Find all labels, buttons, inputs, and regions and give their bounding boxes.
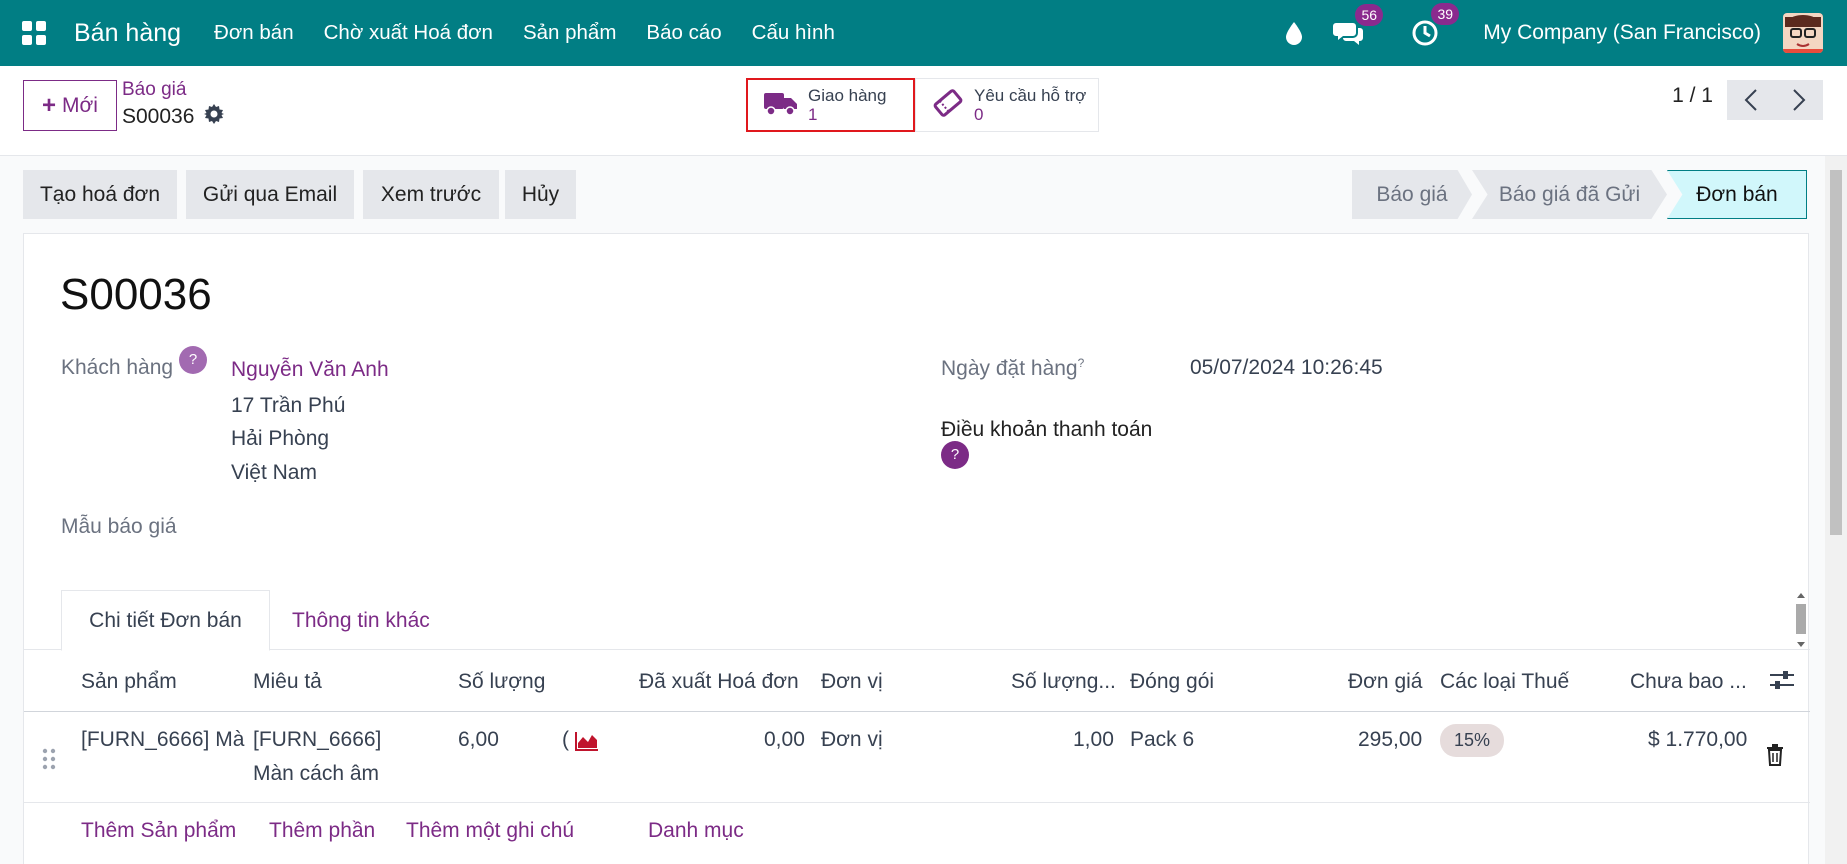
tab-order-lines[interactable]: Chi tiết Đơn bán — [61, 590, 270, 651]
pager-value[interactable]: 1 / 1 — [1672, 84, 1713, 108]
order-lines-header: Sản phẩm Miêu tả Số lượng Đã xuất Hoá đơ… — [24, 652, 1810, 712]
address-country: Việt Nam — [231, 461, 317, 484]
apps-menu-icon[interactable] — [22, 21, 46, 45]
customer-label: Khách hàng — [61, 356, 174, 379]
line-product[interactable]: [FURN_6666] Mà — [81, 728, 246, 752]
order-date-label-text: Ngày đặt hàng — [941, 357, 1078, 380]
customer-name[interactable]: Nguyễn Văn Anh — [231, 358, 389, 382]
col-packaging-qty[interactable]: Số lượng... — [1011, 670, 1116, 694]
col-unit-price[interactable]: Đơn giá — [1348, 670, 1422, 694]
top-navbar: Bán hàng Đơn bán Chờ xuất Hoá đơn Sản ph… — [0, 0, 1847, 66]
add-note-link[interactable]: Thêm một ghi chú — [406, 819, 574, 843]
status-quotation[interactable]: Báo giá — [1352, 170, 1472, 219]
delivery-count: 1 — [808, 105, 818, 124]
trash-icon[interactable] — [1766, 744, 1784, 772]
add-product-link[interactable]: Thêm Sản phẩm — [81, 819, 236, 843]
line-tax-badge[interactable]: 15% — [1440, 724, 1505, 757]
form-sheet: S00036 Khách hàng ? Nguyễn Văn Anh 17 Tr… — [23, 233, 1810, 864]
chevron-left-icon — [1744, 89, 1757, 111]
line-packaging-qty[interactable]: 1,00 — [1073, 728, 1114, 752]
chevron-right-icon — [1793, 89, 1806, 111]
line-uom[interactable]: Đơn vị — [821, 728, 883, 752]
ticket-count: 0 — [974, 105, 984, 124]
plus-icon: + — [42, 91, 57, 119]
pager-previous-button[interactable] — [1727, 80, 1775, 120]
send-email-button[interactable]: Gửi qua Email — [186, 170, 354, 219]
payment-terms-label: Điều khoản thanh toán — [941, 418, 1153, 441]
preview-button[interactable]: Xem trước — [363, 170, 499, 219]
gear-icon[interactable] — [204, 104, 225, 130]
page-title: S00036 — [60, 270, 212, 319]
breadcrumb-parent[interactable]: Báo giá — [122, 79, 186, 101]
address-city: Hải Phòng — [231, 427, 330, 450]
drag-handle-icon[interactable] — [42, 748, 56, 776]
col-description[interactable]: Miêu tả — [253, 670, 322, 694]
delivery-smart-button[interactable]: Giao hàng 1 — [746, 78, 915, 132]
breadcrumb-current-label: S00036 — [122, 105, 195, 128]
pager-next-button[interactable] — [1775, 80, 1823, 120]
line-invoiced[interactable]: 0,00 — [764, 728, 805, 752]
menu-products[interactable]: Sản phẩm — [523, 21, 616, 45]
col-product[interactable]: Sản phẩm — [81, 670, 177, 694]
menu-sales-orders[interactable]: Đơn bán — [214, 21, 294, 45]
new-button[interactable]: + Mới — [23, 80, 117, 131]
line-subtotal: $ 1.770,00 — [1648, 728, 1748, 751]
quotation-template-label: Mẫu báo giá — [61, 515, 177, 538]
page-scrollbar[interactable] — [1825, 156, 1847, 864]
col-quantity[interactable]: Số lượng — [458, 670, 545, 694]
activities-clock-icon[interactable]: 39 — [1411, 3, 1460, 47]
table-row[interactable]: [FURN_6666] Mà [FURN_6666] Màn cách âm 6… — [24, 713, 1810, 803]
messages-count-badge: 56 — [1355, 4, 1384, 26]
create-invoice-button[interactable]: Tạo hoá đơn — [23, 170, 177, 219]
payment-terms-help-icon[interactable]: ? — [941, 441, 969, 469]
new-button-label: Mới — [62, 93, 98, 117]
order-date-value[interactable]: 05/07/2024 10:26:45 — [1190, 356, 1383, 380]
menu-reporting[interactable]: Báo cáo — [646, 21, 721, 45]
truck-icon — [764, 89, 798, 122]
status-sales-order[interactable]: Đơn bán — [1667, 170, 1807, 219]
menu-to-invoice[interactable]: Chờ xuất Hoá đơn — [324, 21, 493, 45]
add-section-link[interactable]: Thêm phần — [269, 819, 375, 843]
order-date-help[interactable]: ? — [1078, 356, 1085, 370]
customer-help-icon[interactable]: ? — [179, 346, 207, 374]
order-date-label: Ngày đặt hàng? — [941, 356, 1084, 381]
ticket-icon — [932, 87, 964, 124]
col-uom[interactable]: Đơn vị — [821, 670, 883, 694]
line-description-name[interactable]: Màn cách âm — [253, 762, 379, 786]
app-brand[interactable]: Bán hàng — [74, 19, 181, 48]
ticket-label: Yêu cầu hỗ trợ — [974, 86, 1087, 105]
cancel-button[interactable]: Hủy — [505, 170, 576, 219]
line-quantity-cut: ( — [562, 728, 569, 751]
control-panel: + Mới Báo giá S00036 Giao hàng 1 Yêu cầu… — [0, 66, 1847, 156]
col-subtotal[interactable]: Chưa bao ... — [1630, 670, 1747, 694]
col-taxes[interactable]: Các loại Thuế — [1440, 670, 1569, 694]
menu-configuration[interactable]: Cấu hình — [752, 21, 835, 45]
line-quantity[interactable]: 6,00 — [458, 728, 499, 752]
line-unit-price[interactable]: 295,00 — [1358, 728, 1422, 752]
notebook-tabs: Chi tiết Đơn bán Thông tin khác — [24, 590, 1810, 651]
company-switcher[interactable]: My Company (San Francisco) — [1483, 21, 1761, 45]
catalog-link[interactable]: Danh mục — [648, 819, 744, 843]
address-street: 17 Trần Phú — [231, 394, 346, 417]
col-invoiced[interactable]: Đã xuất Hoá đơn — [639, 670, 799, 694]
drop-icon[interactable] — [1285, 21, 1303, 45]
col-packaging[interactable]: Đóng gói — [1130, 670, 1214, 694]
activities-count-badge: 39 — [1431, 3, 1460, 25]
line-description-code[interactable]: [FURN_6666] — [253, 728, 381, 752]
tickets-smart-button[interactable]: Yêu cầu hỗ trợ 0 — [915, 78, 1099, 132]
tabs-scrollbar[interactable] — [1794, 590, 1808, 650]
forecast-chart-icon[interactable] — [575, 731, 599, 757]
breadcrumb-current: S00036 — [122, 104, 225, 130]
tab-other-info[interactable]: Thông tin khác — [292, 590, 430, 651]
delivery-label: Giao hàng — [808, 86, 887, 105]
optional-columns-icon[interactable] — [1769, 668, 1795, 698]
page-scrollbar-thumb[interactable] — [1830, 170, 1842, 535]
line-packaging[interactable]: Pack 6 — [1130, 728, 1194, 752]
user-avatar[interactable] — [1783, 13, 1823, 53]
status-quotation-sent[interactable]: Báo giá đã Gửi — [1472, 170, 1667, 219]
messages-icon[interactable]: 56 — [1333, 4, 1384, 46]
